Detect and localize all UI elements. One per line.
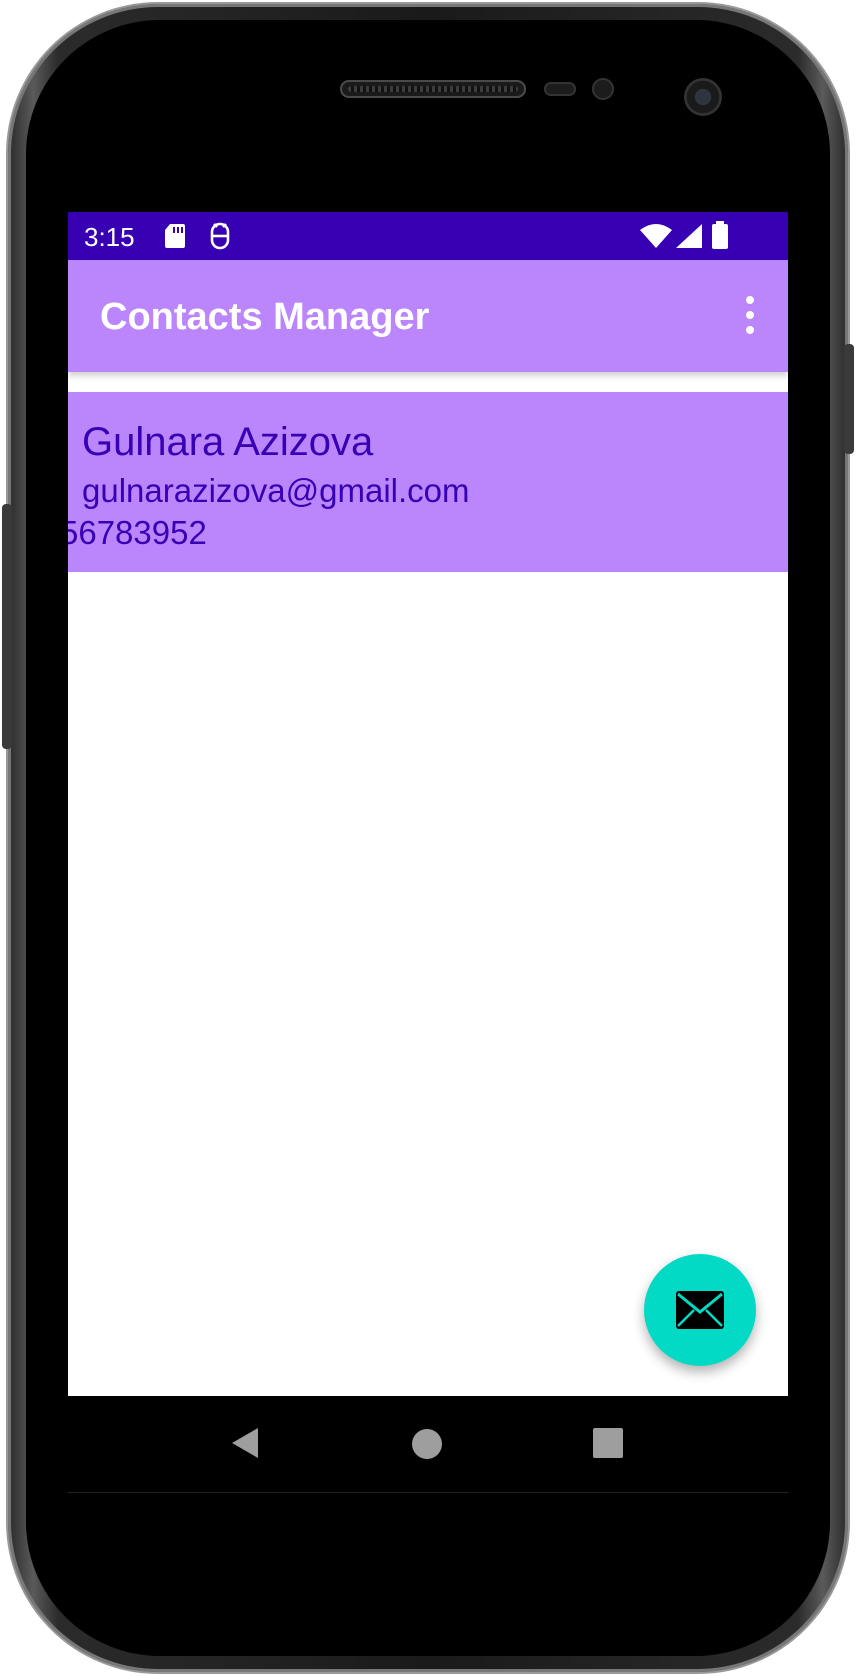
volume-button	[2, 504, 12, 749]
sd-card-icon	[165, 224, 185, 248]
contact-email: gulnarazizova@gmail.com	[82, 472, 470, 509]
contact-phone: 56783952	[68, 514, 207, 551]
contact-list-item[interactable]: Gulnara Azizova gulnarazizova@gmail.com …	[68, 392, 788, 572]
earpiece-speaker	[340, 80, 526, 98]
app-bar: Contacts Manager	[68, 260, 788, 372]
home-icon[interactable]	[411, 1428, 443, 1460]
app-screen: 3:15 Contacts Manager Gulnara Azizova gu…	[68, 212, 788, 1492]
light-sensor	[592, 78, 614, 100]
recents-icon[interactable]	[593, 1428, 623, 1458]
status-time: 3:15	[84, 222, 135, 252]
status-bar: 3:15	[68, 212, 788, 260]
debug-icon	[210, 222, 230, 250]
send-email-fab[interactable]	[644, 1254, 756, 1366]
wifi-icon	[640, 224, 672, 248]
back-icon[interactable]	[230, 1426, 260, 1460]
app-title: Contacts Manager	[100, 296, 430, 338]
signal-icon	[676, 224, 702, 248]
system-navigation-bar	[68, 1396, 788, 1493]
contact-name: Gulnara Azizova	[82, 420, 374, 464]
front-camera	[684, 78, 722, 116]
proximity-sensor	[544, 82, 576, 96]
power-button	[844, 344, 854, 454]
mail-icon	[676, 1291, 724, 1329]
battery-icon	[712, 221, 728, 249]
more-vert-icon[interactable]	[740, 296, 760, 336]
